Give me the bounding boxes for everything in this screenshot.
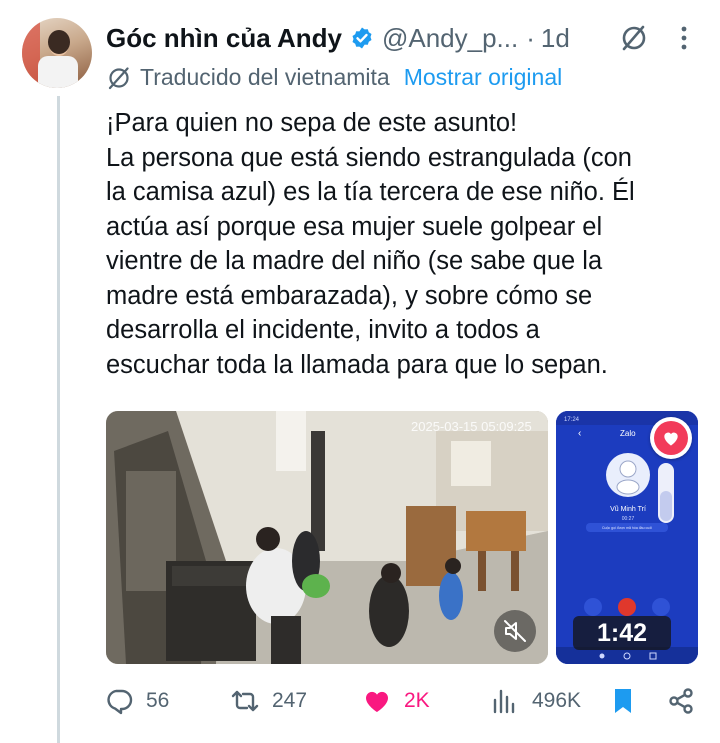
heart-filled-icon <box>365 691 389 712</box>
tweet-line: La persona que está siendo estrangulada … <box>106 143 632 172</box>
verified-badge-icon <box>352 27 372 49</box>
bookmark-filled-icon <box>615 689 631 713</box>
like-button[interactable]: 2K <box>362 682 430 720</box>
phone-call-notice: Cuộc gọi được mã hóa đầu cuối <box>602 526 652 530</box>
grok-icon[interactable] <box>620 24 648 52</box>
mute-toggle-button[interactable] <box>494 610 536 652</box>
tweet-line: desarrolla el incidente, invito a todos … <box>106 316 540 344</box>
views-button[interactable]: 496K <box>490 682 581 720</box>
action-bar: 56 247 2K 496K <box>104 682 704 720</box>
repost-button[interactable]: 247 <box>230 682 307 720</box>
like-count: 2K <box>404 689 430 712</box>
timestamp[interactable]: 1d <box>541 23 570 54</box>
cctv-scene-image: 2025-03-15 05:09:25 <box>106 411 548 664</box>
repost-count: 247 <box>272 689 308 712</box>
heart-icon <box>664 432 678 446</box>
show-original-link[interactable]: Mostrar original <box>404 64 563 91</box>
tweet-line: la camisa azul) es la tía tercera de ese… <box>106 178 635 206</box>
translate-icon <box>108 66 129 89</box>
repost-icon <box>231 690 259 712</box>
thread-line <box>57 96 60 743</box>
bookmark-button[interactable] <box>608 682 638 720</box>
tweet-text: ¡Para quien no sepa de este asunto! La p… <box>106 106 706 382</box>
share-icon <box>669 688 693 714</box>
translated-from-label: Traducido del vietnamita <box>140 64 390 90</box>
phone-status-time: 17:24 <box>564 417 580 423</box>
tweet-header: Góc nhìn của Andy @Andy_p... · 1d <box>106 20 570 56</box>
tweet-line: actúa así porque esa mujer suele golpear… <box>106 212 603 241</box>
muted-speaker-icon <box>504 620 526 642</box>
video-duration-badge: 1:42 <box>573 616 671 650</box>
phone-contact-name: Vũ Minh Trí <box>610 506 646 513</box>
reply-icon <box>107 689 133 715</box>
phone-app-name: Zalo <box>620 429 636 438</box>
translation-row: Traducido del vietnamita Mostrar origina… <box>106 64 562 91</box>
tweet-line: madre está embarazada), y sobre cómo se <box>106 281 593 310</box>
views-count: 496K <box>532 689 582 712</box>
share-button[interactable] <box>666 682 696 720</box>
reply-count: 56 <box>146 689 170 712</box>
author-handle[interactable]: @Andy_p... <box>382 23 518 54</box>
reaction-heart-badge <box>650 417 692 459</box>
views-chart-icon <box>493 689 515 714</box>
more-options-icon[interactable] <box>676 22 692 54</box>
video-thumbnail-cctv[interactable]: 2025-03-15 05:09:25 <box>106 411 548 664</box>
tweet-line: vientre de la madre del niño (se sabe qu… <box>106 247 603 275</box>
tweet-line: escuchar toda la llamada para que lo sep… <box>106 350 608 379</box>
reply-button[interactable]: 56 <box>104 682 169 720</box>
svg-text:‹: ‹ <box>578 428 581 439</box>
separator-dot: · <box>526 22 535 53</box>
phone-call-timer: 00:27 <box>622 516 635 522</box>
tweet-line: ¡Para quien no sepa de este asunto! <box>106 109 518 137</box>
cctv-timestamp: 2025-03-15 05:09:25 <box>411 419 532 434</box>
author-name[interactable]: Góc nhìn của Andy <box>106 23 342 54</box>
avatar[interactable] <box>22 18 92 88</box>
